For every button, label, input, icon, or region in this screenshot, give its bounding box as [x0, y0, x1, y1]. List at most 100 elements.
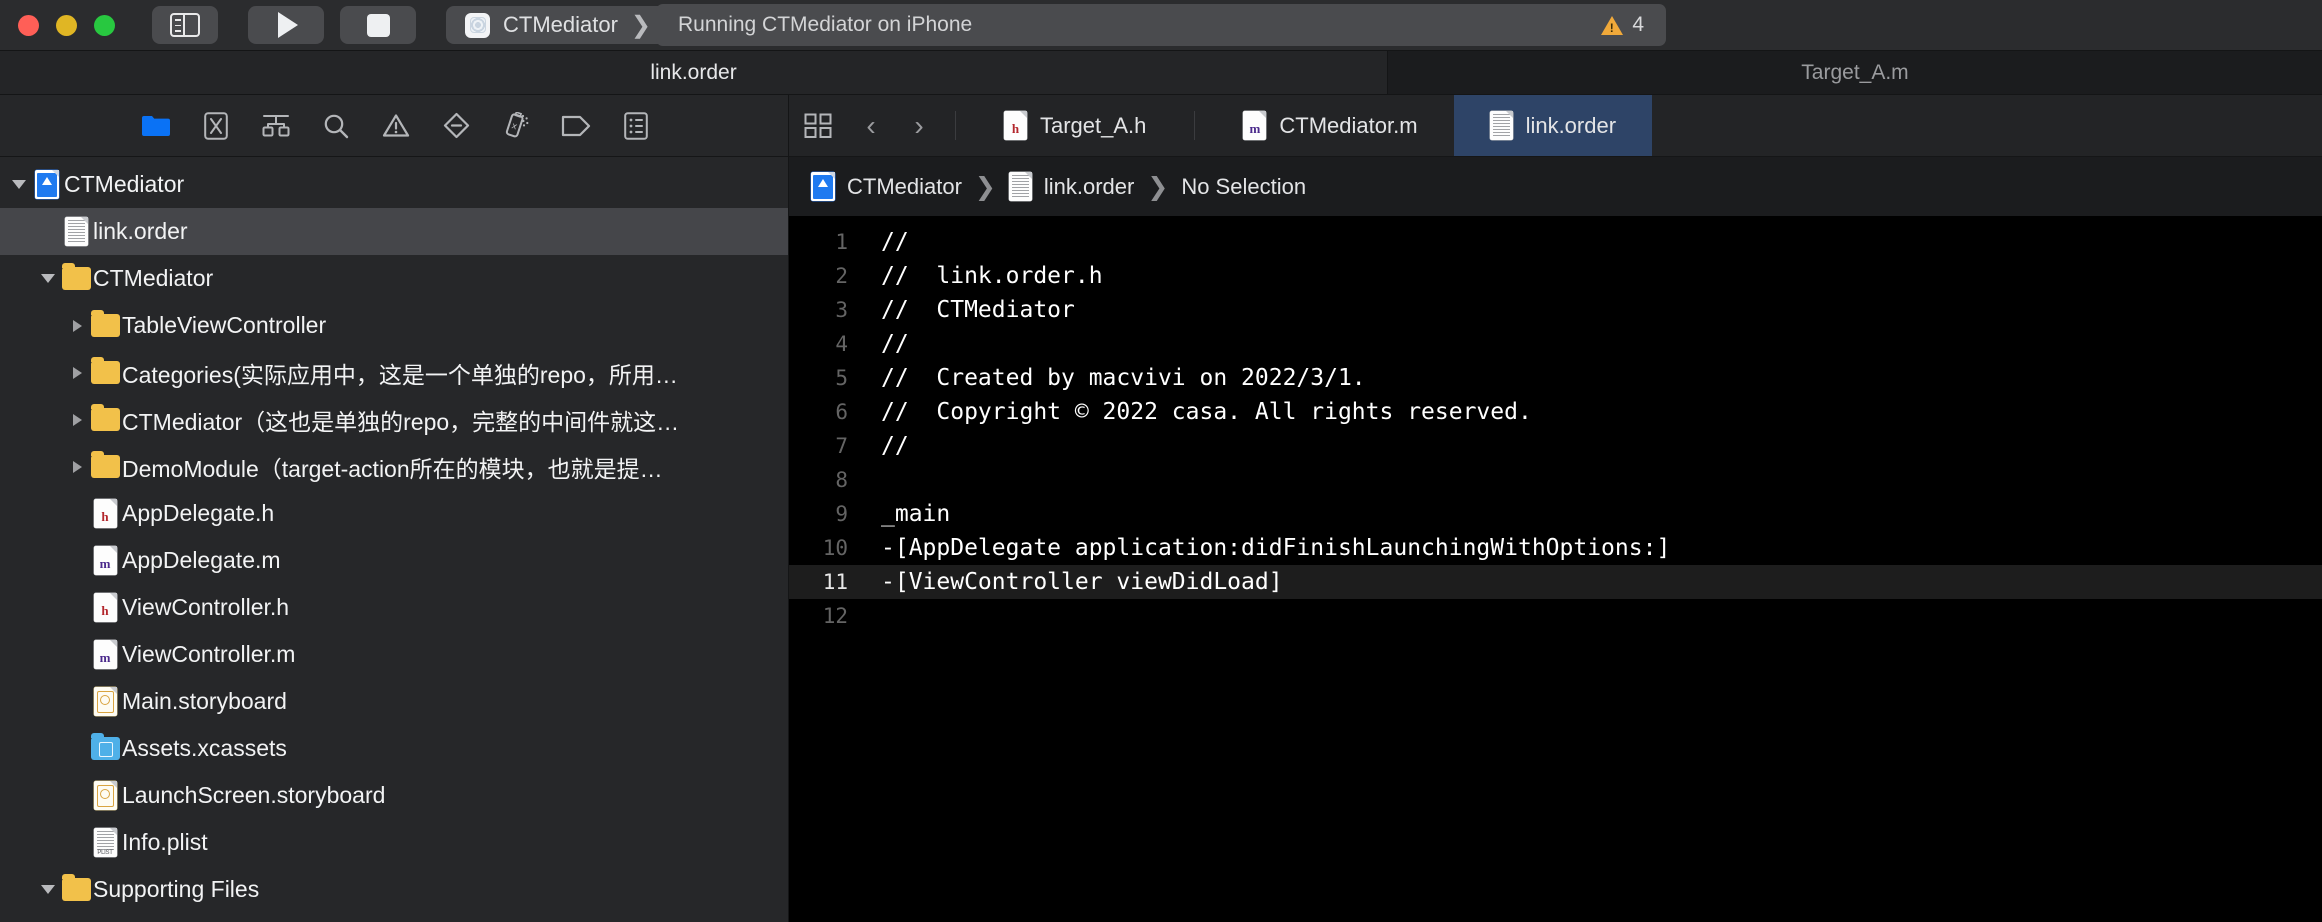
code-line[interactable]: 2 // link.order.h — [789, 259, 2322, 293]
source-code-view[interactable]: 1 // 2 // link.order.h 3 // CTMediator 4 // 5 // … — [789, 217, 2322, 922]
storyboard-icon — [93, 781, 117, 810]
code-line[interactable]: 4 // — [789, 327, 2322, 361]
symbol-navigator-icon[interactable] — [246, 106, 306, 146]
breadcrumb-item-label: No Selection — [1181, 173, 1307, 199]
breakpoint-navigator-icon[interactable] — [546, 106, 606, 146]
breadcrumb-item[interactable]: CTMediator — [811, 172, 962, 201]
tree-disclosure-triangle[interactable] — [66, 319, 88, 332]
editor-tab-label: Target_A.h — [1040, 112, 1147, 138]
tree-row-icon — [88, 404, 122, 431]
activity-status-bar[interactable]: Running CTMediator on iPhone 4 — [656, 4, 1666, 46]
secondary-editor-title[interactable]: Target_A.m — [1388, 51, 2322, 94]
line-number: 5 — [835, 366, 848, 390]
run-button[interactable] — [248, 6, 324, 44]
chevron-right-icon — [72, 319, 82, 332]
project-navigator-tree[interactable]: CTMediator link.order CTMediator TableViewC… — [0, 157, 788, 922]
tree-disclosure-triangle[interactable] — [66, 413, 88, 426]
code-line[interactable]: 11 -[ViewController viewDidLoad] — [789, 565, 2322, 599]
tree-row-label: AppDelegate.m — [122, 547, 281, 573]
editor-tab[interactable]: h Target_A.h — [968, 95, 1182, 156]
tree-row-icon: h — [88, 593, 122, 622]
minimize-window-button[interactable] — [56, 14, 77, 36]
line-number: 6 — [835, 400, 848, 424]
tree-row-label: AppDelegate.h — [122, 500, 275, 526]
tree-disclosure-triangle[interactable] — [66, 366, 88, 379]
tree-disclosure-triangle[interactable] — [37, 274, 59, 283]
tree-row[interactable]: m AppDelegate.m — [0, 537, 788, 584]
toggle-navigator-button[interactable] — [152, 6, 218, 44]
objc-file-icon: m — [1243, 111, 1267, 140]
tree-row-label: Info.plist — [122, 829, 208, 855]
tree-row[interactable]: h AppDelegate.h — [0, 490, 788, 537]
editor-options-icon[interactable] — [789, 95, 847, 156]
editor-tab[interactable]: link.order — [1453, 95, 1653, 156]
issue-navigator-icon[interactable] — [366, 106, 426, 146]
tree-row[interactable]: CTMediator — [0, 161, 788, 208]
code-line[interactable]: 8 — [789, 463, 2322, 497]
navigator-panel: x CTMediator link.order CTMediator TableVie… — [0, 95, 789, 922]
editor-breadcrumb-bar[interactable]: CTMediator ❯ link.order ❯ No Selection — [789, 157, 2322, 217]
editor-tab[interactable]: m CTMediator.m — [1207, 95, 1453, 156]
editor-title-bar: link.order Target_A.m — [0, 50, 2322, 95]
sidebar-icon — [170, 13, 200, 37]
scheme-name[interactable]: CTMediator — [503, 12, 618, 38]
code-line[interactable]: 12 — [789, 599, 2322, 633]
breadcrumb-item[interactable]: No Selection — [1181, 174, 1306, 200]
tree-row[interactable]: Supporting Files — [0, 866, 788, 913]
code-line[interactable]: 9 _main — [789, 497, 2322, 531]
play-icon — [278, 12, 298, 38]
project-navigator-icon[interactable] — [126, 106, 186, 146]
code-line-text: // — [881, 229, 909, 255]
tree-row-icon — [59, 263, 93, 290]
tree-row[interactable]: Categories(实际应用中，这是一个单独的repo，所用… — [0, 349, 788, 396]
tree-row-label: Assets.xcassets — [122, 735, 287, 761]
navigate-forward-button[interactable]: › — [895, 95, 943, 156]
tree-row[interactable]: link.order — [0, 208, 788, 255]
tree-row[interactable]: TableViewController — [0, 302, 788, 349]
report-navigator-icon[interactable] — [606, 106, 666, 146]
tree-row-icon: PLIST — [88, 828, 122, 857]
objc-file-icon: m — [93, 546, 117, 575]
tree-row[interactable]: Assets.xcassets — [0, 725, 788, 772]
code-line[interactable]: 10 -[AppDelegate application:didFinishLau… — [789, 531, 2322, 565]
breadcrumb-item[interactable]: link.order — [1008, 172, 1134, 201]
stop-button[interactable] — [340, 6, 416, 44]
tree-row[interactable]: PLIST Info.plist — [0, 819, 788, 866]
xcode-project-icon — [811, 172, 835, 201]
code-line-text: // Created by macvivi on 2022/3/1. — [881, 365, 1366, 391]
code-line[interactable]: 1 // — [789, 225, 2322, 259]
breadcrumb-item-label: CTMediator — [847, 173, 962, 199]
tree-disclosure-triangle[interactable] — [37, 885, 59, 894]
line-number: 3 — [835, 298, 848, 322]
tree-row[interactable]: h ViewController.h — [0, 584, 788, 631]
close-window-button[interactable] — [18, 14, 39, 36]
code-line[interactable]: 3 // CTMediator — [789, 293, 2322, 327]
tree-row[interactable]: CTMediator（这也是单独的repo，完整的中间件就这… — [0, 396, 788, 443]
zoom-window-button[interactable] — [94, 14, 115, 36]
tree-row-label: ViewController.m — [122, 641, 296, 667]
code-line[interactable]: 5 // Created by macvivi on 2022/3/1. — [789, 361, 2322, 395]
tree-row-icon — [88, 687, 122, 716]
chevron-right-icon — [72, 460, 82, 473]
chevron-right-icon — [72, 366, 82, 379]
find-navigator-icon[interactable] — [306, 106, 366, 146]
line-number: 8 — [835, 468, 848, 492]
code-line[interactable]: 6 // Copyright © 2022 casa. All rights re… — [789, 395, 2322, 429]
line-number: 7 — [835, 434, 848, 458]
source-control-navigator-icon[interactable] — [186, 106, 246, 146]
debug-navigator-icon[interactable]: x — [486, 106, 546, 146]
tree-row-label: Supporting Files — [93, 876, 260, 902]
test-navigator-icon[interactable] — [426, 106, 486, 146]
code-line-text: // Copyright © 2022 casa. All rights res… — [881, 399, 1532, 425]
tree-disclosure-triangle[interactable] — [66, 460, 88, 473]
tree-disclosure-triangle[interactable] — [8, 180, 30, 189]
tree-row[interactable]: CTMediator — [0, 255, 788, 302]
tree-row[interactable]: Main.storyboard — [0, 678, 788, 725]
tree-row-icon: m — [88, 640, 122, 669]
tree-row[interactable]: LaunchScreen.storyboard — [0, 772, 788, 819]
code-line[interactable]: 7 // — [789, 429, 2322, 463]
tree-row[interactable]: m ViewController.m — [0, 631, 788, 678]
xcode-project-icon — [35, 170, 59, 199]
tree-row[interactable]: DemoModule（target-action所在的模块，也就是提… — [0, 443, 788, 490]
navigate-back-button[interactable]: ‹ — [847, 95, 895, 156]
